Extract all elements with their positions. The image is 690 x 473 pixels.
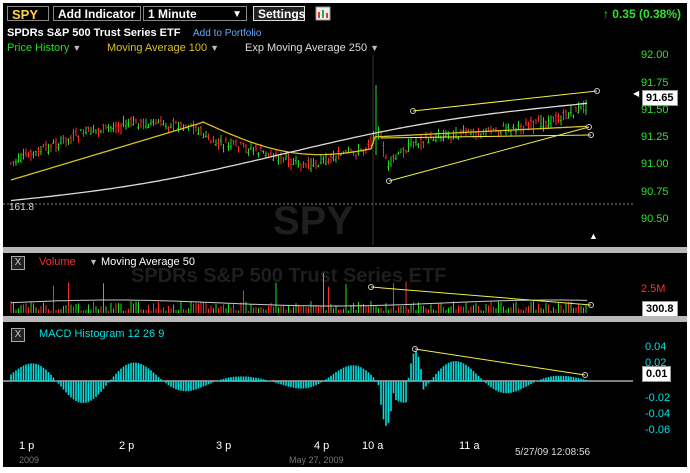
indicator-price-history[interactable]: Price History ▼ bbox=[7, 42, 81, 54]
price-axis-label: 90.75 bbox=[641, 186, 669, 198]
add-to-portfolio-link[interactable]: Add to Portfolio bbox=[193, 28, 261, 39]
time-axis-label: 1 p bbox=[19, 440, 35, 452]
symbol-input[interactable]: SPY bbox=[7, 6, 49, 22]
time-axis-year: 2009 bbox=[19, 455, 40, 465]
indicator-label: Price History bbox=[7, 42, 70, 54]
security-name: SPDRs S&P 500 Trust Series ETF bbox=[7, 27, 181, 39]
time-axis-label: 11 a bbox=[459, 440, 480, 452]
panel-separator[interactable] bbox=[3, 316, 687, 322]
interval-select[interactable]: 1 Minute ▼ bbox=[143, 6, 247, 21]
volume-chart[interactable] bbox=[3, 253, 633, 315]
time-axis-label: 3 p bbox=[216, 440, 232, 452]
chart-app: SPY Add Indicator 1 Minute ▼ Settings ↑ … bbox=[3, 3, 687, 467]
triangle-left-icon: ◀ bbox=[633, 89, 640, 98]
add-indicator-button[interactable]: Add Indicator bbox=[53, 6, 141, 21]
indicator-ema250[interactable]: Exp Moving Average 250 ▼ bbox=[245, 42, 379, 54]
triangle-up-icon[interactable]: ▲ bbox=[589, 231, 598, 241]
price-chart[interactable] bbox=[3, 55, 633, 247]
macd-last-tag: 0.01 bbox=[642, 366, 672, 382]
settings-button[interactable]: Settings bbox=[253, 6, 305, 21]
indicator-label: Exp Moving Average 250 bbox=[245, 42, 368, 54]
time-axis-label: 4 p bbox=[314, 440, 330, 452]
price-axis-label: 90.50 bbox=[641, 213, 669, 225]
macd-axis-label: 0.04 bbox=[645, 341, 667, 353]
price-change: ↑ 0.35 (0.38%) bbox=[603, 7, 681, 21]
chevron-down-icon: ▼ bbox=[370, 43, 380, 53]
indicator-label: Moving Average 100 bbox=[107, 42, 208, 54]
time-axis-date: May 27, 2009 bbox=[289, 455, 344, 465]
trendline-upper bbox=[412, 90, 598, 112]
time-axis-label: 10 a bbox=[362, 440, 384, 452]
export-icon[interactable] bbox=[315, 6, 331, 21]
volume-trendline bbox=[370, 286, 592, 306]
time-axis-label: 2 p bbox=[119, 440, 135, 452]
indicator-ma100[interactable]: Moving Average 100 ▼ bbox=[107, 42, 219, 54]
macd-axis-label: -0.04 bbox=[645, 408, 671, 420]
price-change-value: 0.35 (0.38%) bbox=[612, 7, 681, 21]
volume-axis-label: 2.5M bbox=[641, 283, 666, 295]
reference-level-label: 161.8 bbox=[9, 202, 35, 213]
macd-chart[interactable] bbox=[3, 323, 633, 441]
last-price-tag: 91.65 bbox=[642, 90, 678, 106]
timestamp: 5/27/09 12:08:56 bbox=[515, 447, 591, 458]
macd-axis-label: -0.06 bbox=[645, 424, 671, 436]
interval-label: 1 Minute bbox=[148, 7, 197, 21]
ema250-line bbox=[10, 102, 588, 202]
price-axis-label: 91.00 bbox=[641, 158, 669, 170]
price-axis-label: 92.00 bbox=[641, 49, 669, 61]
up-arrow-icon: ↑ bbox=[602, 7, 609, 21]
chevron-down-icon: ▼ bbox=[210, 43, 220, 53]
macd-axis-label: -0.02 bbox=[645, 392, 671, 404]
price-axis-label: 91.25 bbox=[641, 131, 669, 143]
chevron-down-icon: ▼ bbox=[232, 9, 242, 20]
price-axis-label: 91.75 bbox=[641, 77, 669, 89]
toolbar: SPY Add Indicator 1 Minute ▼ Settings ↑ … bbox=[3, 3, 687, 25]
volume-last-tag: 300.8 bbox=[642, 301, 678, 317]
chevron-down-icon: ▼ bbox=[72, 43, 82, 53]
